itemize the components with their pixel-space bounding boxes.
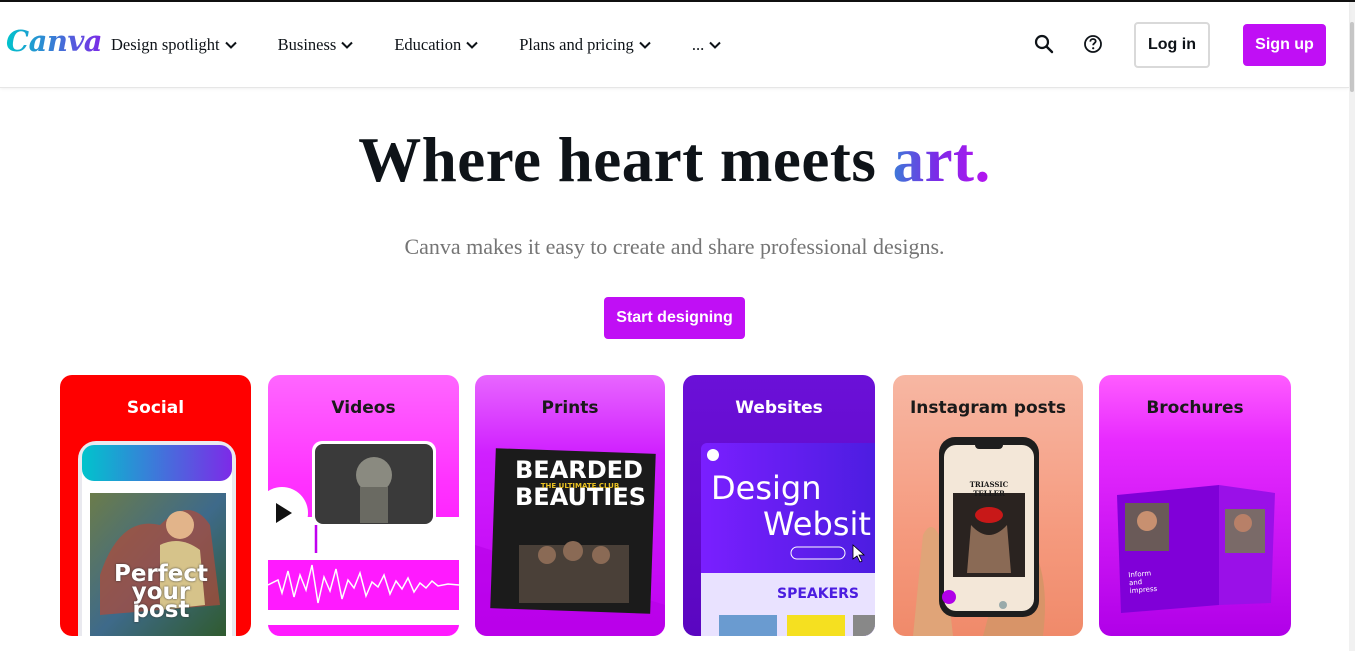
help-button[interactable] (1081, 32, 1105, 56)
card-websites[interactable]: Websites Design Websit SPEAKERS (683, 375, 875, 636)
nav-item-plans-and-pricing[interactable]: Plans and pricing (519, 35, 652, 55)
signup-button[interactable]: Sign up (1243, 24, 1326, 66)
headline-line: Websit (763, 505, 871, 543)
canva-logo[interactable]: Canva (6, 24, 103, 58)
poster-title-line: BEARDED (515, 456, 643, 484)
hero-title: Where heart meets art. (0, 124, 1349, 197)
nav-item-more[interactable]: ... (692, 35, 722, 55)
phone-in-hand-illustration (913, 437, 1045, 636)
headline-line: Design (711, 469, 822, 507)
card-videos[interactable]: Videos (268, 375, 459, 636)
nav-item-design-spotlight[interactable]: Design spotlight (111, 35, 238, 55)
chevron-down-icon (709, 41, 721, 49)
nav-item-education[interactable]: Education (394, 35, 479, 55)
chevron-down-icon (224, 41, 237, 49)
help-circle-icon (1084, 35, 1102, 53)
nav-item-label: Plans and pricing (519, 35, 634, 54)
chevron-down-icon (466, 41, 478, 49)
hero-title-main: Where heart meets (358, 125, 893, 195)
login-button[interactable]: Log in (1134, 22, 1210, 68)
website-headline: Design Websit (711, 470, 871, 542)
start-designing-button[interactable]: Start designing (604, 297, 745, 339)
website-section-label: SPEAKERS (777, 586, 860, 602)
chevron-down-icon (639, 41, 651, 49)
brochure-text: Inform and impress (1128, 569, 1158, 595)
hero-title-accent: art. (892, 125, 991, 195)
search-icon (1034, 34, 1054, 54)
nav-item-label: ... (691, 35, 705, 54)
brochure-illustration (1117, 485, 1275, 613)
card-brochures[interactable]: Brochures Inform and impress (1099, 375, 1291, 636)
top-navigation-bar: Canva Design spotlight Business Educatio… (0, 2, 1349, 88)
main-nav: Design spotlight Business Education Plan… (111, 35, 762, 55)
scrollbar-thumb[interactable] (1350, 22, 1354, 92)
nav-item-business[interactable]: Business (278, 35, 355, 55)
card-prints[interactable]: Prints BEARDED BEAUTIES THE ULTIMATE CLU… (475, 375, 665, 636)
post-title: TRIASSIC TELLER (969, 480, 1009, 498)
poster-tagline: THE ULTIMATE CLUB (540, 482, 620, 490)
nav-item-label: Education (394, 35, 462, 54)
nav-item-label: Design spotlight (111, 35, 220, 54)
overlay-line: post (132, 597, 190, 623)
video-editor-illustration (268, 441, 459, 636)
card-social[interactable]: Social Perfect your post (60, 375, 251, 636)
hero-subtitle: Canva makes it easy to create and share … (404, 234, 945, 259)
search-button[interactable] (1032, 32, 1056, 56)
social-overlay-text: Perfect your post (106, 563, 216, 623)
nav-item-label: Business (277, 35, 337, 54)
page-scrollbar[interactable] (1349, 2, 1355, 651)
card-instagram-posts[interactable]: Instagram posts TRIASSIC TELLER (893, 375, 1083, 636)
chevron-down-icon (341, 41, 354, 49)
